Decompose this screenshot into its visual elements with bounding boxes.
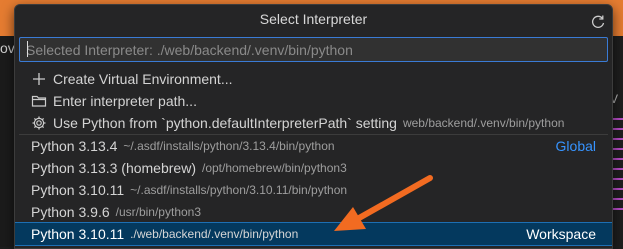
left-panel-text: ov	[0, 40, 15, 56]
interpreter-item-selected[interactable]: Python 3.10.11 ./web/backend/.venv/bin/p…	[15, 222, 612, 246]
item-label: Enter interpreter path...	[53, 93, 197, 109]
search-box[interactable]	[19, 37, 608, 62]
default-interpreter-path-item[interactable]: Use Python from `python.defaultInterpret…	[15, 112, 612, 134]
interpreter-item[interactable]: Python 3.9.6 /usr/bin/python3	[15, 201, 612, 223]
folder-icon	[31, 93, 47, 109]
refresh-icon[interactable]	[590, 11, 606, 28]
select-interpreter-dialog: Select Interpreter Create Virtual Enviro…	[14, 4, 613, 249]
interpreter-item[interactable]: Python 3.13.4 ~/.asdf/installs/python/3.…	[15, 135, 612, 157]
gear-icon	[31, 115, 47, 131]
text-caret	[27, 41, 28, 57]
interpreter-path: ./web/backend/.venv/bin/python	[130, 227, 299, 241]
right-panel-code-lines	[612, 118, 623, 218]
annotation-arrow	[334, 175, 433, 231]
interpreter-path: ~/.asdf/installs/python/3.13.4/bin/pytho…	[123, 139, 335, 153]
interpreter-item[interactable]: Python 3.13.3 (homebrew) /opt/homebrew/b…	[15, 157, 612, 179]
interpreter-label: Python 3.13.4	[31, 138, 118, 154]
create-virtual-environment-item[interactable]: Create Virtual Environment...	[15, 68, 612, 90]
interpreter-label: Python 3.9.6	[31, 204, 110, 220]
interpreter-list: Create Virtual Environment... Enter inte…	[15, 68, 612, 246]
dialog-title-text: Select Interpreter	[259, 11, 368, 27]
interpreter-label: Python 3.10.11	[31, 182, 125, 198]
interpreter-label: Python 3.13.3 (homebrew)	[31, 160, 196, 176]
global-badge: Global	[555, 138, 596, 154]
search-input[interactable]	[20, 38, 607, 61]
left-panel	[0, 36, 14, 247]
workspace-badge: Workspace	[526, 226, 596, 242]
dialog-title: Select Interpreter	[15, 5, 612, 33]
enter-interpreter-path-item[interactable]: Enter interpreter path...	[15, 90, 612, 112]
plus-icon	[31, 71, 47, 87]
item-description: web/backend/.venv/bin/python	[402, 116, 565, 130]
interpreter-item[interactable]: Python 3.10.11 ~/.asdf/installs/python/3…	[15, 179, 612, 201]
interpreter-label: Python 3.10.11	[31, 226, 125, 242]
interpreter-path: ~/.asdf/installs/python/3.10.11/bin/pyth…	[130, 183, 348, 197]
item-label: Use Python from `python.defaultInterpret…	[53, 115, 397, 131]
interpreter-path: /usr/bin/python3	[115, 205, 202, 219]
item-label: Create Virtual Environment...	[53, 71, 233, 87]
